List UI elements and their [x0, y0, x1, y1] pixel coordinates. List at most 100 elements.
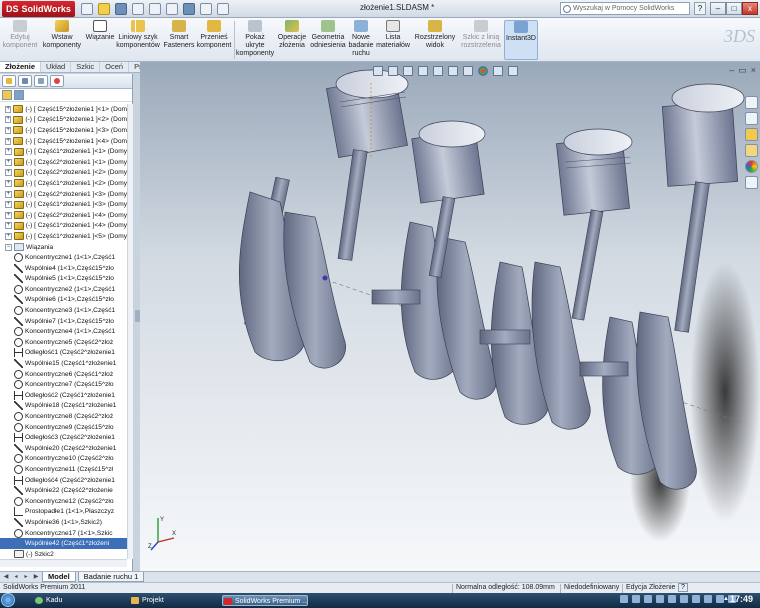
tray-icon[interactable]: [632, 595, 640, 603]
tree-item-mate[interactable]: Koncentryczne9 (Część15^zło: [0, 422, 127, 433]
expand-icon[interactable]: +: [5, 222, 12, 230]
file-explorer-icon[interactable]: [745, 128, 758, 141]
tree-item-component[interactable]: + (-) [ Część2^złożenie1 ]<3> (Domy: [0, 189, 127, 200]
design-library-icon[interactable]: [745, 112, 758, 125]
options-icon[interactable]: [216, 2, 229, 15]
help-search-input[interactable]: Wyszukaj w Pomocy SolidWorks: [560, 2, 690, 15]
new-motion-study-button[interactable]: Nowe badanie ruchu: [346, 20, 376, 58]
maximize-button[interactable]: □: [726, 2, 742, 15]
tree-item-mate[interactable]: Wspólnie36 (1<1>,Szkic2): [0, 517, 127, 528]
tree-item-mate[interactable]: Koncentryczne10 (Część2^zło: [0, 454, 127, 465]
piston-rod-unit[interactable]: [238, 69, 409, 369]
tree-item-component[interactable]: + (-) [ Część1^złożenie1 ]<2> (Domy: [0, 178, 127, 189]
selected-vertex-point[interactable]: [322, 275, 328, 281]
tree-item-component[interactable]: + (-) [ Część2^złożenie1 ]<1> (Domy: [0, 157, 127, 168]
expand-icon[interactable]: +: [5, 116, 12, 124]
rebuild-icon[interactable]: [182, 2, 195, 15]
smart-fasteners-button[interactable]: Smart Fasteners: [162, 20, 196, 50]
hide-show-items-icon[interactable]: [463, 65, 473, 76]
status-help-button[interactable]: ?: [678, 583, 688, 592]
tree-item-mate[interactable]: Wspólnie6 (1<1>,Część15^zło: [0, 295, 127, 306]
assembly-root-icon[interactable]: [2, 90, 12, 100]
expand-icon[interactable]: +: [5, 148, 12, 156]
tree-item-component[interactable]: + (-) [ Część1^złożenie1 ]<4> (Domy: [0, 221, 127, 232]
expand-icon[interactable]: +: [5, 137, 12, 145]
tree-item-component[interactable]: + (-) [ Część15^złożenie1 ]<4> (Dom: [0, 136, 127, 147]
display-style-icon[interactable]: [448, 65, 458, 76]
tree-item-mate[interactable]: Wspólnie7 (1<1>,Część15^zło: [0, 316, 127, 327]
save-icon[interactable]: [114, 2, 127, 15]
section-view-icon[interactable]: [418, 65, 428, 76]
exploded-view-button[interactable]: Rozstrzelony widok: [412, 20, 458, 50]
tree-item-mate[interactable]: Koncentryczne1 (1<1>,Część1: [0, 252, 127, 263]
doc-restore-icon[interactable]: ▭: [738, 65, 747, 76]
print-icon[interactable]: [131, 2, 144, 15]
reference-geometry-button[interactable]: Geometria odniesienia: [310, 20, 346, 50]
solidworks-resources-icon[interactable]: [745, 96, 758, 109]
tab-model[interactable]: Model: [42, 572, 76, 582]
doc-close-icon[interactable]: ×: [751, 65, 756, 76]
custom-properties-icon[interactable]: [745, 176, 758, 189]
piston-rod-unit[interactable]: [371, 120, 497, 400]
apply-scene-icon[interactable]: [493, 65, 503, 76]
tree-item-mate[interactable]: Wspólnie5 (1<1>,Część15^zło: [0, 274, 127, 285]
expand-icon[interactable]: +: [5, 211, 12, 219]
configuration-manager-tab-icon[interactable]: [34, 75, 48, 87]
tree-item-component[interactable]: + (-) [ Część15^złożenie1 ]<3> (Dom: [0, 125, 127, 136]
taskbar-item-solidworks[interactable]: SolidWorks Premium ...: [222, 595, 308, 606]
tray-icon[interactable]: [620, 595, 628, 603]
last-tab-icon[interactable]: ▶: [32, 573, 40, 581]
tab-assembly[interactable]: Złożenie: [0, 62, 42, 72]
tree-item-mate[interactable]: Wspólnie42 (Część1^złożeni: [0, 538, 127, 549]
zoom-to-area-icon[interactable]: [388, 65, 398, 76]
tree-item-mate[interactable]: Odległość2 (Część1^złożenie1: [0, 390, 127, 401]
expand-icon[interactable]: +: [5, 201, 12, 209]
assembly-features-button[interactable]: Operacje złożenia: [274, 20, 310, 50]
bill-of-materials-button[interactable]: Lista materiałów: [376, 20, 410, 50]
tree-item-sketch[interactable]: (-) Szkic2: [0, 549, 127, 559]
display-manager-tab-icon[interactable]: [50, 75, 64, 87]
tree-item-mates-folder[interactable]: − Wiązania: [0, 242, 127, 253]
tree-item-mate[interactable]: Koncentryczne8 (Część2^złoż: [0, 411, 127, 422]
close-button[interactable]: x: [742, 2, 758, 15]
tree-item-mate[interactable]: Koncentryczne17 (1<1>,Szkic: [0, 528, 127, 539]
tree-item-mate[interactable]: Prostopadłe1 (1<1>,Płaszczyz: [0, 507, 127, 518]
tree-vertical-scrollbar[interactable]: [127, 104, 133, 559]
feature-manager-tab-icon[interactable]: [2, 75, 16, 87]
tree-item-component[interactable]: + (-) [ Część1^złożenie1 ]<3> (Domy: [0, 199, 127, 210]
tray-icon[interactable]: [668, 595, 676, 603]
tray-icon[interactable]: [680, 595, 688, 603]
start-button[interactable]: [1, 593, 15, 607]
tab-sketch[interactable]: Szkic: [71, 62, 101, 72]
tray-icon[interactable]: [692, 595, 700, 603]
tree-item-mate[interactable]: Koncentryczne3 (1<1>,Część1: [0, 305, 127, 316]
tree-item-component[interactable]: + (-) [ Część15^złożenie1 ]<1> (Dom: [0, 104, 127, 115]
edit-appearance-icon[interactable]: [478, 65, 488, 76]
tree-item-mate[interactable]: Odległość3 (Część2^złożenie1: [0, 432, 127, 443]
new-document-icon[interactable]: [80, 2, 93, 15]
tree-item-mate[interactable]: Wspólnie20 (Część2^złożenie1: [0, 443, 127, 454]
solidworks-logo[interactable]: DS SolidWorks: [2, 0, 75, 17]
view-palette-icon[interactable]: [745, 144, 758, 157]
explode-line-sketch-button[interactable]: Szkic z linią rozstrzelenia: [458, 20, 504, 50]
expand-icon[interactable]: +: [5, 105, 12, 113]
doc-minimize-icon[interactable]: –: [729, 65, 734, 76]
tree-item-component[interactable]: + (-) [ Część1^złożenie1 ]<5> (Domy: [0, 231, 127, 242]
graphics-area[interactable]: – ▭ × Y X Z: [140, 62, 760, 571]
tree-item-mate[interactable]: Koncentryczne12 (Część2^zło: [0, 496, 127, 507]
expand-icon[interactable]: +: [5, 232, 12, 240]
tree-item-mate[interactable]: Koncentryczne4 (1<1>,Część1: [0, 326, 127, 337]
expand-icon[interactable]: +: [5, 169, 12, 177]
view-settings-icon[interactable]: [508, 65, 518, 76]
zoom-to-fit-icon[interactable]: [373, 65, 383, 76]
expand-icon[interactable]: +: [5, 126, 12, 134]
tree-item-mate[interactable]: Wspólnie22 (Część2^złożenie: [0, 485, 127, 496]
tree-horizontal-scrollbar[interactable]: [0, 559, 127, 567]
tree-item-mate[interactable]: Wspólnie4 (1<1>,Część15^zło: [0, 263, 127, 274]
expand-icon[interactable]: +: [5, 190, 12, 198]
property-manager-tab-icon[interactable]: [18, 75, 32, 87]
next-tab-icon[interactable]: ▸: [22, 573, 30, 581]
tree-item-mate[interactable]: Odległość4 (Część2^złożenie1: [0, 475, 127, 486]
instant3d-button[interactable]: Instant3D: [504, 20, 538, 60]
tree-item-mate[interactable]: Odległość1 (Część2^złożenie1: [0, 348, 127, 359]
